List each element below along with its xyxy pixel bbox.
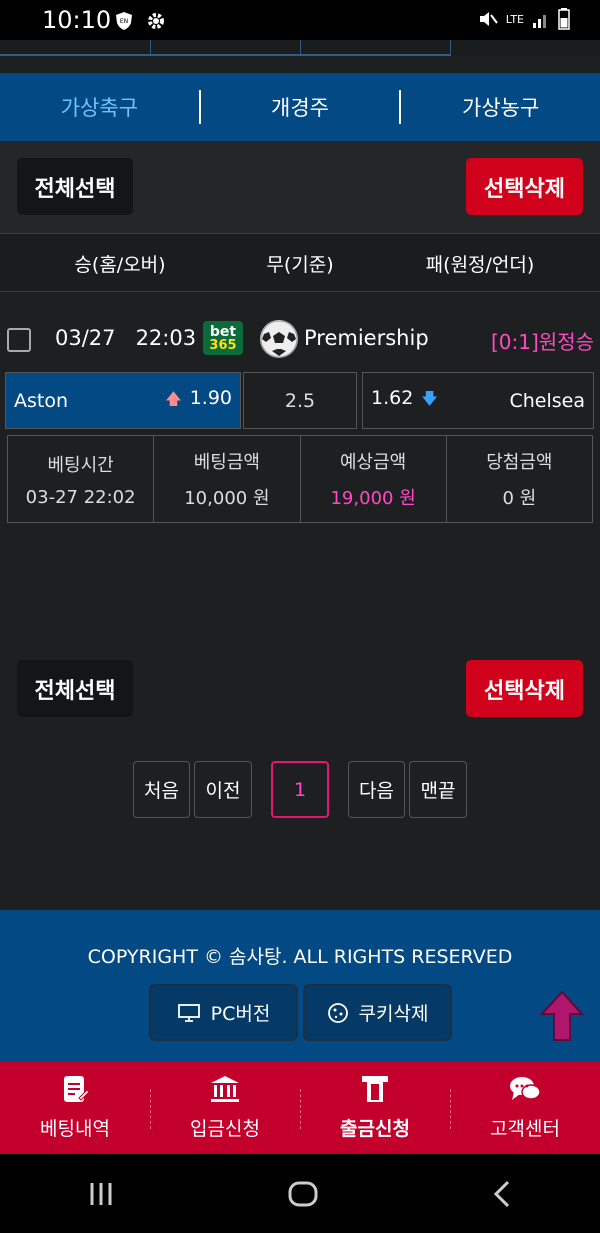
document-icon [64, 1076, 89, 1102]
nav-betting-history[interactable]: 베팅내역 [0, 1061, 150, 1154]
pager-prev-button[interactable]: 이전 [194, 761, 252, 818]
delete-cookie-label: 쿠키삭제 [358, 1003, 429, 1025]
pc-version-button[interactable]: PC버전 [149, 984, 298, 1041]
footer [0, 910, 600, 1061]
shield-icon: EN [116, 12, 132, 30]
draw-odds-cell: 2.5 [243, 372, 357, 429]
home-odds-cell: Aston 🡅 1.90 [5, 372, 241, 429]
bookmaker-logo-top: bet [209, 323, 237, 340]
pc-version-label: PC버전 [210, 1003, 271, 1025]
atm-icon [362, 1076, 388, 1102]
top-nav-strip [0, 40, 600, 56]
status-right-icons: LTE [478, 8, 570, 30]
monitor-icon [177, 1003, 200, 1022]
expected-amount-col: 예상금액 19,000 원 [301, 436, 447, 522]
bank-icon [211, 1076, 239, 1102]
bet-time-value: 03-27 22:02 [25, 486, 136, 508]
arrow-down-icon: 🡇 [421, 388, 438, 408]
win-amount-label: 당첨금액 [486, 452, 553, 473]
status-time: 10:10 [42, 6, 112, 34]
nav-customer-center[interactable]: 고객센터 [450, 1061, 600, 1154]
tab-dog-racing[interactable]: 개경주 [201, 92, 400, 122]
pager-next-button[interactable]: 다음 [348, 761, 405, 818]
mute-icon [479, 12, 498, 26]
tab-virtual-basketball[interactable]: 가상농구 [401, 92, 600, 122]
match-datetime: 03/27 22:03 [55, 326, 196, 350]
bet-time-col: 베팅시간 03-27 22:02 [8, 436, 155, 522]
bet-time-label: 베팅시간 [47, 454, 114, 476]
soccer-ball-icon [260, 320, 298, 358]
nav-betting-history-label: 베팅내역 [40, 1118, 110, 1140]
home-team: Aston [14, 389, 69, 412]
gear-icon [148, 13, 164, 29]
bookmaker-logo: bet 365 [203, 321, 243, 355]
header-draw: 무(기준) [266, 254, 334, 276]
odds-header-row: 승(홈/오버) 무(기준) 패(원정/언더) [0, 233, 600, 292]
header-away: 패(원정/언더) [425, 254, 535, 276]
signal-icon [533, 15, 546, 28]
bet-amount-label: 베팅금액 [193, 452, 260, 473]
bet-amount-col: 베팅금액 10,000 원 [154, 436, 301, 522]
expected-amount-label: 예상금액 [340, 452, 407, 473]
network-label: LTE [505, 12, 524, 26]
scroll-top-icon[interactable] [540, 990, 584, 1042]
match-date: 03/27 [55, 326, 116, 350]
match-time: 22:03 [135, 326, 197, 350]
arrow-up-icon: 🡅 [165, 388, 182, 408]
win-amount-value: 0 원 [502, 488, 537, 509]
select-all-button[interactable]: 전체선택 [17, 158, 133, 215]
league-name: Premiership [304, 326, 429, 350]
recent-apps-icon[interactable] [86, 1179, 116, 1209]
bottom-nav: 베팅내역 입금신청 출금신청 고객센터 [0, 1061, 600, 1154]
home-icon[interactable] [287, 1178, 319, 1210]
away-team: Chelsea [509, 389, 585, 412]
back-icon[interactable] [490, 1179, 514, 1209]
nav-deposit-label: 입금신청 [190, 1118, 260, 1140]
delete-selected-button[interactable]: 선택삭제 [466, 158, 583, 215]
bet-result: [0:1]원정승 [491, 330, 594, 354]
battery-icon [558, 8, 570, 30]
nav-withdraw[interactable]: 출금신청 [300, 1061, 450, 1154]
bookmaker-logo-bottom: 365 [209, 337, 237, 353]
copyright-text: COPYRIGHT © 솜사탕. ALL RIGHTS RESERVED [87, 946, 513, 968]
svg-text:EN: EN [120, 18, 128, 25]
delete-cookie-button[interactable]: 쿠키삭제 [303, 984, 452, 1041]
bet-info-table: 베팅시간 03-27 22:02 베팅금액 10,000 원 예상금액 19,0… [7, 435, 593, 523]
header-home: 승(홈/오버) [74, 254, 166, 276]
away-odds-cell: 1.62 🡇 Chelsea [362, 372, 594, 429]
chat-icon [510, 1077, 541, 1100]
draw-value: 2.5 [284, 389, 316, 412]
select-all-button-bottom[interactable]: 전체선택 [17, 660, 133, 717]
home-odds: 1.90 [189, 386, 232, 409]
win-amount-col: 당첨금액 0 원 [447, 436, 592, 522]
away-odds: 1.62 [371, 386, 414, 409]
tab-virtual-soccer[interactable]: 가상축구 [0, 92, 199, 122]
expected-amount-value: 19,000 원 [330, 488, 416, 509]
pager-first-button[interactable]: 처음 [133, 761, 190, 818]
nav-withdraw-label: 출금신청 [340, 1118, 410, 1140]
bet-checkbox[interactable] [7, 328, 31, 352]
nav-customer-center-label: 고객센터 [490, 1118, 560, 1140]
delete-selected-button-bottom[interactable]: 선택삭제 [466, 660, 583, 717]
cookie-icon [327, 1002, 348, 1023]
pager-current-page[interactable]: 1 [271, 761, 329, 818]
android-nav-bar [0, 1154, 600, 1233]
sport-tabs: 가상축구 개경주 가상농구 [0, 73, 600, 141]
pager-last-button[interactable]: 맨끝 [409, 761, 467, 818]
nav-deposit[interactable]: 입금신청 [150, 1061, 300, 1154]
bet-amount-value: 10,000 원 [184, 488, 270, 509]
